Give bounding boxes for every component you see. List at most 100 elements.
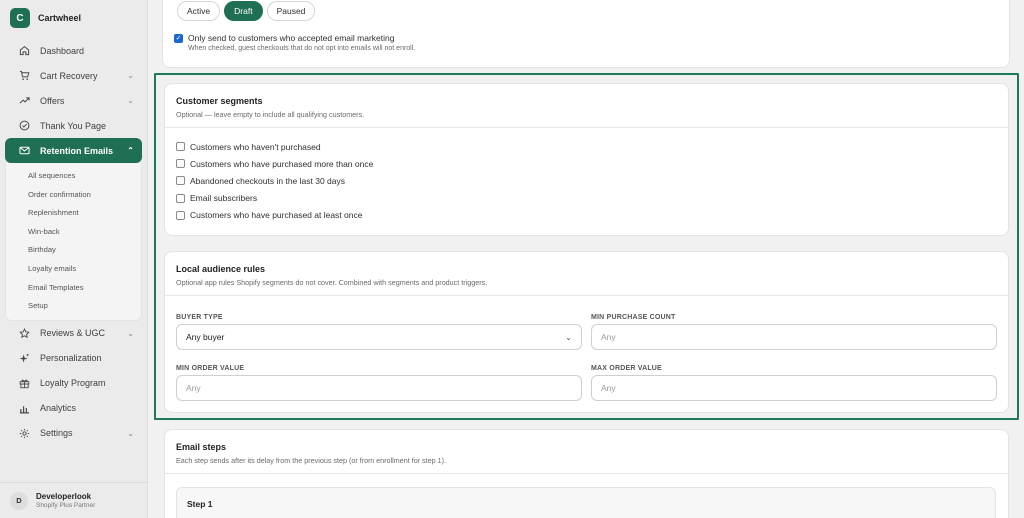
home-icon <box>18 45 30 57</box>
segment-option[interactable]: Abandoned checkouts in the last 30 days <box>165 172 1008 189</box>
cart-icon <box>18 70 30 82</box>
sidebar-item-label: Loyalty Program <box>40 378 106 389</box>
chevron-up-icon: ⌃ <box>127 146 134 155</box>
chevron-down-icon: ⌄ <box>127 328 134 338</box>
segments-header: Customer segments Optional — leave empty… <box>165 84 1008 127</box>
marketing-checkbox-row[interactable]: ✓ Only send to customers who accepted em… <box>163 31 1009 45</box>
subitem-email-templates[interactable]: Email Templates <box>6 279 141 298</box>
segment-label: Email subscribers <box>190 193 258 204</box>
subitem-birthday[interactable]: Birthday <box>6 241 141 260</box>
segment-option[interactable]: Customers who have purchased more than o… <box>165 155 1008 172</box>
subitem-all-sequences[interactable]: All sequences <box>6 167 141 186</box>
marketing-checkbox[interactable]: ✓ <box>174 33 183 43</box>
steps-header: Email steps Each step sends after its de… <box>165 430 1008 473</box>
user-role: Shopify Plus Partner <box>36 502 96 509</box>
min-purchase-count-placeholder: Any <box>601 332 616 342</box>
step-1[interactable]: Step 1 <box>176 487 996 518</box>
segment-label: Abandoned checkouts in the last 30 days <box>190 175 345 186</box>
segment-option[interactable]: Email subscribers <box>165 190 1008 207</box>
marketing-consent: ✓ Only send to customers who accepted em… <box>163 31 1009 52</box>
sidebar-item-offers[interactable]: Offers ⌄ <box>5 88 142 113</box>
min-purchase-count-label: MIN PURCHASE COUNT <box>591 314 676 321</box>
min-order-value-input[interactable]: Any <box>176 375 582 401</box>
segment-label: Customers who have purchased more than o… <box>190 158 374 169</box>
sidebar-item-loyalty-program[interactable]: Loyalty Program <box>5 371 142 396</box>
segment-checkbox[interactable] <box>176 176 185 186</box>
sidebar-item-reviews[interactable]: Reviews & UGC ⌄ <box>5 321 142 346</box>
min-order-value-label: MIN ORDER VALUE <box>176 365 245 372</box>
segment-option[interactable]: Customers who have purchased at least on… <box>165 207 1008 224</box>
sidebar-item-retention-emails[interactable]: Retention Emails ⌃ <box>5 138 142 163</box>
min-purchase-count-input[interactable]: Any <box>591 324 997 350</box>
max-order-value-input[interactable]: Any <box>591 375 997 401</box>
rules-header: Local audience rules Optional app rules … <box>165 252 1008 295</box>
sidebar-item-dashboard[interactable]: Dashboard <box>5 38 142 63</box>
sidebar-nav: Dashboard Cart Recovery ⌄ Offers ⌄ Thank… <box>0 38 147 446</box>
main-content: Active Draft Paused ✓ Only send to custo… <box>148 0 1024 518</box>
sidebar-item-label: Offers <box>40 95 65 106</box>
tab-paused[interactable]: Paused <box>266 1 316 21</box>
segment-checkbox[interactable] <box>176 159 185 169</box>
segment-checkbox[interactable] <box>176 142 185 152</box>
tab-active[interactable]: Active <box>177 1 221 21</box>
segment-checkbox[interactable] <box>176 210 185 220</box>
steps-title: Email steps <box>176 442 227 452</box>
subitem-win-back[interactable]: Win-back <box>6 223 141 242</box>
sidebar-item-thank-you-page[interactable]: Thank You Page <box>5 113 142 138</box>
user-name: Developerlook <box>36 492 92 501</box>
star-icon <box>18 327 30 339</box>
email-steps-card: Email steps Each step sends after its de… <box>164 429 1009 518</box>
segments-options: Customers who haven't purchased Customer… <box>165 128 1008 224</box>
sidebar-item-label: Personalization <box>40 353 102 364</box>
avatar: D <box>10 491 28 510</box>
sidebar-item-label: Settings <box>40 428 73 439</box>
customer-segments-card: Customer segments Optional — leave empty… <box>164 83 1009 236</box>
marketing-help-text: When checked, guest checkouts that do no… <box>188 45 416 52</box>
audience-rules-card: Local audience rules Optional app rules … <box>164 251 1009 413</box>
sidebar-item-cart-recovery[interactable]: Cart Recovery ⌄ <box>5 63 142 88</box>
min-order-value-placeholder: Any <box>186 383 201 393</box>
subitem-replenishment[interactable]: Replenishment <box>6 204 141 223</box>
sidebar-item-label: Cart Recovery <box>40 70 98 81</box>
user-profile[interactable]: D Developerlook Shopify Plus Partner <box>0 482 148 518</box>
sidebar-item-label: Retention Emails <box>40 145 114 156</box>
sidebar-item-label: Reviews & UGC <box>40 328 106 339</box>
chevron-down-icon: ⌄ <box>565 333 572 342</box>
divider <box>165 295 1008 296</box>
segment-label: Customers who haven't purchased <box>190 141 321 152</box>
app-logo: C <box>10 8 30 28</box>
buyer-type-value: Any buyer <box>186 332 225 342</box>
segment-option[interactable]: Customers who haven't purchased <box>165 138 1008 155</box>
sidebar-item-analytics[interactable]: Analytics <box>5 396 142 421</box>
sidebar-item-label: Analytics <box>40 403 77 414</box>
segments-title: Customer segments <box>176 96 263 106</box>
subitem-loyalty-emails[interactable]: Loyalty emails <box>6 260 141 279</box>
subitem-order-confirmation[interactable]: Order confirmation <box>6 186 141 205</box>
check-circle-icon <box>18 120 30 132</box>
segment-checkbox[interactable] <box>176 193 185 203</box>
trend-icon <box>18 95 30 107</box>
step-title: Step 1 <box>187 499 213 509</box>
marketing-checkbox-label: Only send to customers who accepted emai… <box>188 33 395 43</box>
chevron-down-icon: ⌄ <box>127 428 134 438</box>
sidebar-item-personalization[interactable]: Personalization <box>5 346 142 371</box>
segment-label: Customers who have purchased at least on… <box>190 210 363 221</box>
sidebar-item-label: Dashboard <box>40 45 85 56</box>
sidebar-item-settings[interactable]: Settings ⌄ <box>5 421 142 446</box>
buyer-type-label: BUYER TYPE <box>176 314 223 321</box>
max-order-value-label: MAX ORDER VALUE <box>591 365 662 372</box>
bar-chart-icon <box>18 402 30 414</box>
app-name: Cartwheel <box>38 13 82 23</box>
rules-subtitle: Optional app rules Shopify segments do n… <box>176 278 488 287</box>
divider <box>165 473 1008 474</box>
tab-draft[interactable]: Draft <box>224 1 263 21</box>
status-tabs: Active Draft Paused <box>177 1 316 21</box>
brand[interactable]: C Cartwheel <box>0 0 147 36</box>
sparkle-icon <box>18 352 30 364</box>
subitem-setup[interactable]: Setup <box>6 297 141 316</box>
segments-subtitle: Optional — leave empty to include all qu… <box>176 110 365 119</box>
gift-icon <box>18 377 30 389</box>
mail-icon <box>18 145 30 157</box>
gear-icon <box>18 427 30 439</box>
buyer-type-select[interactable]: Any buyer ⌄ <box>176 324 582 350</box>
